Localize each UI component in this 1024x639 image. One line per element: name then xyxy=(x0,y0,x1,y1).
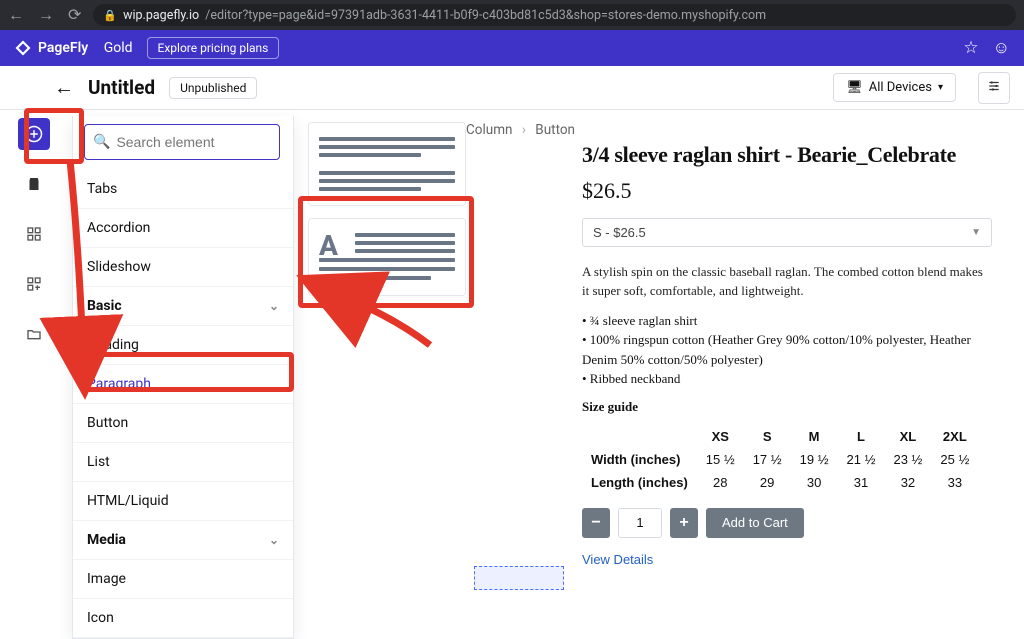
product-title: 3/4 sleeve raglan shirt - Bearie_Celebra… xyxy=(582,142,992,168)
brand-suffix: Gold xyxy=(104,40,133,56)
col-m: M xyxy=(791,425,838,448)
lock-icon: 🔒 xyxy=(103,9,117,22)
panel-item-button[interactable]: Button xyxy=(73,404,293,443)
panel-item-htmlliquid[interactable]: HTML/Liquid xyxy=(73,482,293,521)
product-preview: 3/4 sleeve raglan shirt - Bearie_Celebra… xyxy=(582,142,992,567)
col-xs: XS xyxy=(697,425,744,448)
size-header-row: XS S M L XL 2XL xyxy=(582,425,978,448)
panel-item-accordion[interactable]: Accordion xyxy=(73,209,293,248)
devices-label: All Devices xyxy=(869,80,932,95)
element-search[interactable]: 🔍 xyxy=(84,124,280,160)
crumb-column[interactable]: Column xyxy=(466,122,513,138)
row-length-label: Length (inches) xyxy=(582,471,697,494)
product-price: $26.5 xyxy=(582,178,992,204)
panel-item-heading[interactable]: Heading xyxy=(73,326,293,365)
plus-circle-icon xyxy=(25,125,43,143)
product-bullets: • ¾ sleeve raglan shirt • 100% ringspun … xyxy=(582,311,992,389)
page-title: Untitled xyxy=(88,76,155,99)
url-domain: wip.pagefly.io xyxy=(123,8,199,23)
search-icon: 🔍 xyxy=(93,134,110,150)
nav-reload-icon[interactable]: ⟳ xyxy=(68,7,81,23)
col-l: L xyxy=(838,425,885,448)
size-table: XS S M L XL 2XL Width (inches) 15 ½ 17 ½… xyxy=(582,425,978,494)
bullet-3: • Ribbed neckband xyxy=(582,369,992,389)
panel-item-image[interactable]: Image xyxy=(73,560,293,599)
pagefly-logo-icon xyxy=(14,39,32,57)
grid-plus-icon xyxy=(26,276,42,292)
variant-label: S - $26.5 xyxy=(593,225,646,240)
devices-button[interactable]: 🖥 All Devices ▾ xyxy=(833,73,956,102)
integrations-rail-icon[interactable] xyxy=(18,268,50,300)
sections-rail-icon[interactable] xyxy=(18,218,50,250)
url-bar[interactable]: 🔒 wip.pagefly.io/editor?type=page&id=973… xyxy=(93,4,1016,26)
shopify-rail-icon[interactable] xyxy=(18,168,50,200)
col-2xl: 2XL xyxy=(931,425,978,448)
chevron-down-icon: ⌄ xyxy=(269,299,279,313)
panel-item-icon[interactable]: Icon xyxy=(73,599,293,638)
panel-item-list[interactable]: List xyxy=(73,443,293,482)
app-bar: PageFly Gold Explore pricing plans ☆ ☺ xyxy=(0,30,1024,66)
product-description: A stylish spin on the classic baseball r… xyxy=(582,263,992,301)
dropcap-a-icon: A xyxy=(319,229,338,262)
qty-decrease-button[interactable]: − xyxy=(582,508,610,538)
elements-panel: Tabs Accordion Slideshow Basic ⌄ Heading… xyxy=(72,116,294,639)
size-row-width: Width (inches) 15 ½ 17 ½ 19 ½ 21 ½ 23 ½ … xyxy=(582,448,978,471)
star-icon[interactable]: ☆ xyxy=(963,38,978,58)
cart-controls: − 1 + Add to Cart xyxy=(582,508,992,538)
back-arrow-icon[interactable]: ← xyxy=(54,75,74,100)
col-blank xyxy=(582,425,697,448)
folder-rail-icon[interactable] xyxy=(18,318,50,350)
settings-sliders-button[interactable] xyxy=(978,72,1010,104)
cat-media-label: Media xyxy=(87,532,126,548)
monitor-icon: 🖥 xyxy=(846,80,863,95)
bullet-1: • ¾ sleeve raglan shirt xyxy=(582,311,992,331)
panel-item-tabs[interactable]: Tabs xyxy=(73,170,293,209)
add-element-button[interactable] xyxy=(18,118,50,150)
panel-category-media[interactable]: Media ⌄ xyxy=(73,521,293,560)
panel-category-basic[interactable]: Basic ⌄ xyxy=(73,287,293,326)
panel-item-slideshow[interactable]: Slideshow xyxy=(73,248,293,287)
add-to-cart-button[interactable]: Add to Cart xyxy=(706,508,804,538)
bullet-2: • 100% ringspun cotton (Heather Grey 90%… xyxy=(582,330,992,369)
sliders-icon xyxy=(987,79,1001,93)
preview-tile-dropcap[interactable]: A xyxy=(308,218,466,296)
col-s: S xyxy=(744,425,791,448)
selected-element-outline[interactable] xyxy=(474,566,564,590)
chevron-right-icon: › xyxy=(522,122,526,138)
preview-tile-plain[interactable] xyxy=(308,122,466,206)
size-guide-heading: Size guide xyxy=(582,399,992,415)
browser-chrome: ← → ⟳ 🔒 wip.pagefly.io/editor?type=page&… xyxy=(0,0,1024,30)
panel-item-paragraph[interactable]: Paragraph xyxy=(73,365,293,404)
left-rail xyxy=(0,110,68,350)
view-details-link[interactable]: View Details xyxy=(582,552,992,567)
size-row-length: Length (inches) 28 29 30 31 32 33 xyxy=(582,471,978,494)
qty-increase-button[interactable]: + xyxy=(670,508,698,538)
chat-icon[interactable]: ☺ xyxy=(993,38,1010,58)
variant-select[interactable]: S - $26.5 ▼ xyxy=(582,218,992,247)
explore-pricing-button[interactable]: Explore pricing plans xyxy=(147,37,280,59)
app-logo[interactable]: PageFly Gold xyxy=(14,39,133,57)
shopify-bag-icon xyxy=(25,175,43,193)
brand-text: PageFly xyxy=(38,40,88,56)
row-width-label: Width (inches) xyxy=(582,448,697,471)
caret-down-icon: ▼ xyxy=(971,227,981,238)
nav-back-icon[interactable]: ← xyxy=(8,7,24,23)
qty-value[interactable]: 1 xyxy=(618,508,662,538)
breadcrumb: Column › Button xyxy=(466,122,575,138)
search-input[interactable] xyxy=(116,134,271,150)
grid-icon xyxy=(26,226,42,242)
element-preview-tiles: A xyxy=(308,122,466,296)
page-header: ← Untitled Unpublished 🖥 All Devices ▾ xyxy=(0,66,1024,110)
crumb-button[interactable]: Button xyxy=(535,122,575,138)
folder-icon xyxy=(26,326,42,342)
chevron-down-icon: ▾ xyxy=(938,82,943,93)
chevron-down-icon: ⌄ xyxy=(269,533,279,547)
url-path: /editor?type=page&id=97391adb-3631-4411-… xyxy=(205,8,766,23)
cat-basic-label: Basic xyxy=(87,298,122,314)
col-xl: XL xyxy=(884,425,931,448)
nav-forward-icon[interactable]: → xyxy=(38,7,54,23)
publish-status-badge: Unpublished xyxy=(169,77,257,99)
